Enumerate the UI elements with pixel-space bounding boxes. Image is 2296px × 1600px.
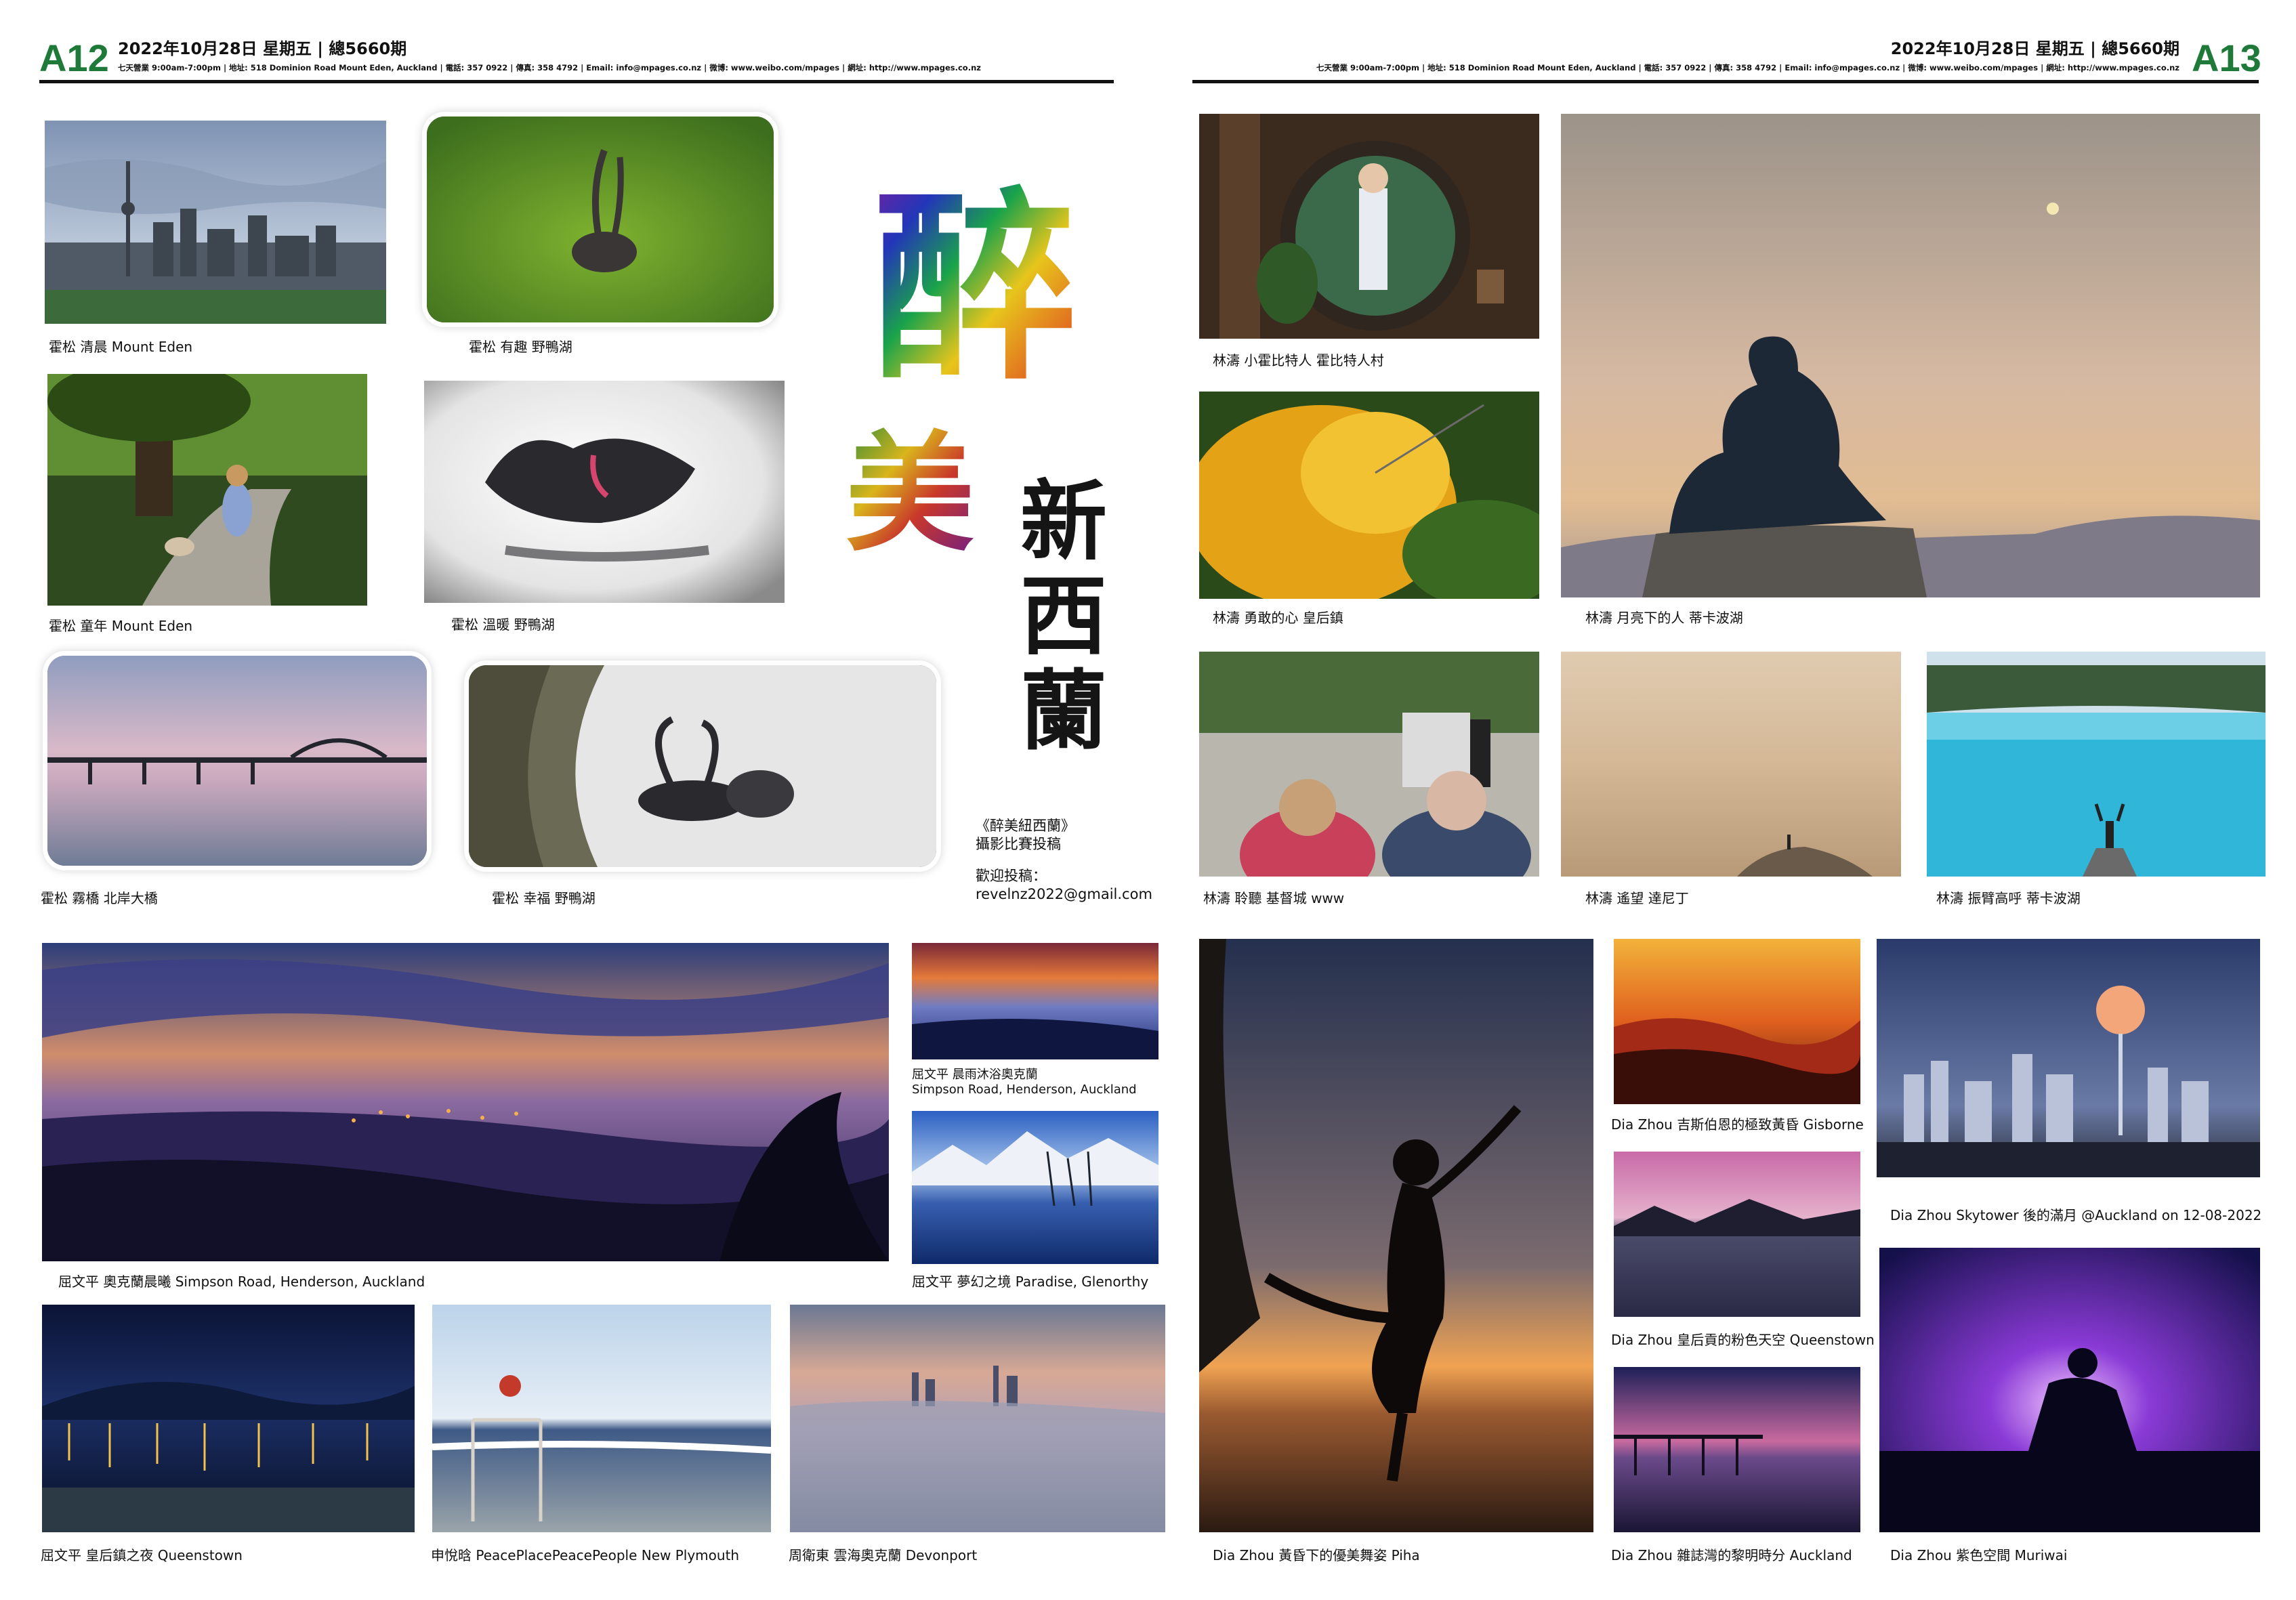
photo-brave-heart — [1199, 392, 1539, 599]
caption: 周衛東 雲海奧克蘭 Devonport — [789, 1547, 978, 1563]
info-line-right: 七天營業 9:00am-7:00pm | 地址: 518 Dominion Ro… — [1316, 63, 2179, 72]
contest-line1: 《醉美紐西蘭》 — [976, 818, 1075, 834]
caption: Dia Zhou 紫色空間 Muriwai — [1890, 1547, 2068, 1563]
title-vertical-char: 西 — [1020, 566, 1107, 667]
caption: Dia Zhou 雜誌灣的黎明時分 Auckland — [1611, 1547, 1852, 1563]
photo-morning-rain — [912, 943, 1159, 1059]
photo-gazing-dunedin — [1561, 652, 1901, 877]
photo-moon-skytower — [1877, 939, 2260, 1177]
photo-dancer-piha — [1199, 939, 1593, 1532]
photo-man-moon — [1561, 114, 2260, 597]
info-line-left: 七天營業 9:00am-7:00pm | 地址: 518 Dominion Ro… — [118, 63, 981, 72]
photo-queenstown-night — [42, 1305, 415, 1532]
caption: 林濤 月亮下的人 蒂卡波湖 — [1585, 610, 1743, 626]
caption: 霍松 溫暖 野鴨湖 — [451, 616, 555, 633]
caption: 霍松 有趣 野鴨湖 — [469, 339, 572, 355]
photo-girl-dog — [47, 374, 367, 606]
page-number-left: A12 — [39, 37, 109, 79]
header-rule-left — [39, 80, 1114, 83]
photo-gisborne-dusk — [1614, 939, 1860, 1104]
caption: 林濤 聆聽 基督城 www — [1203, 890, 1345, 906]
caption: 霍松 幸福 野鴨湖 — [492, 890, 596, 906]
photo-raising-arms — [1927, 652, 2266, 877]
title-vertical-char: 新 — [1020, 471, 1107, 572]
photo-swan-grass — [427, 117, 774, 322]
photo-devonport — [790, 1305, 1165, 1532]
caption: 林濤 勇敢的心 皇后鎮 — [1213, 610, 1343, 626]
caption: 屈文平 晨雨沐浴奧克蘭 Simpson Road, Henderson, Auc… — [912, 1068, 1137, 1097]
photo-auckland-skyline — [45, 121, 386, 324]
caption: Dia Zhou 吉斯伯恩的極致黃昏 Gisborne — [1611, 1116, 1864, 1133]
caption: 林濤 小霍比特人 霍比特人村 — [1213, 352, 1384, 369]
photo-auckland-dawn — [42, 943, 889, 1261]
title-vertical-char: 蘭 — [1020, 660, 1107, 762]
caption: Dia Zhou Skytower 後的滿月 @Auckland on 12-0… — [1890, 1207, 2262, 1223]
caption: 屈文平 皇后鎮之夜 Queenstown — [41, 1547, 243, 1563]
photo-hobbit-door — [1199, 114, 1539, 339]
photo-swan-white — [424, 381, 785, 603]
photo-queenstown-pink — [1614, 1152, 1860, 1317]
date-line-right: 2022年10月28日 星期五 | 總5660期 — [1890, 39, 2179, 58]
page-number-right: A13 — [2192, 37, 2261, 79]
title-char-mei: 美 — [846, 418, 974, 569]
caption: 申悅晗 PeacePlacePeacePeople New Plymouth — [431, 1547, 740, 1563]
caption: 霍松 童年 Mount Eden — [49, 618, 193, 634]
photo-magazine-bay — [1614, 1367, 1860, 1532]
photo-paradise-glenorchy — [912, 1111, 1159, 1264]
photo-purple-space — [1879, 1248, 2260, 1532]
date-line-left: 2022年10月28日 星期五 | 總5660期 — [118, 39, 407, 58]
contest-info: 《醉美紐西蘭》 攝影比賽投稿 歡迎投稿： revelnz2022@gmail.c… — [976, 817, 1152, 904]
title-calligraphy-mei: 美 — [846, 418, 974, 569]
contest-email: revelnz2022@gmail.com — [976, 886, 1152, 902]
photo-harbour-bridge — [47, 656, 427, 866]
header-rule-right — [1192, 80, 2259, 83]
caption: 屈文平 夢幻之境 Paradise, Glenorthy — [912, 1273, 1149, 1290]
caption-line: Simpson Road, Henderson, Auckland — [912, 1082, 1137, 1097]
caption-line: 屈文平 晨雨沐浴奧克蘭 — [912, 1068, 1038, 1082]
caption: 林濤 遙望 達尼丁 — [1585, 890, 1689, 906]
photo-new-plymouth — [432, 1305, 771, 1532]
caption: Dia Zhou 黃昏下的優美舞姿 Piha — [1213, 1547, 1420, 1563]
caption: 霍松 清晨 Mount Eden — [49, 339, 193, 355]
title-char-zui: 醉 — [874, 168, 1077, 407]
caption: Dia Zhou 皇后貢的粉色天空 Queenstown — [1611, 1332, 1875, 1348]
contest-line2: 攝影比賽投稿 — [976, 836, 1061, 852]
photo-listening — [1199, 652, 1539, 877]
title-vertical: 新 西 蘭 — [1016, 474, 1111, 759]
contest-line3: 歡迎投稿： — [976, 868, 1047, 884]
caption: 霍松 霧橋 北岸大橋 — [41, 890, 158, 906]
photo-two-swans — [469, 665, 936, 867]
caption: 屈文平 奧克蘭晨曦 Simpson Road, Henderson, Auckl… — [58, 1273, 425, 1290]
caption: 林濤 振臂高呼 蒂卡波湖 — [1936, 890, 2081, 906]
